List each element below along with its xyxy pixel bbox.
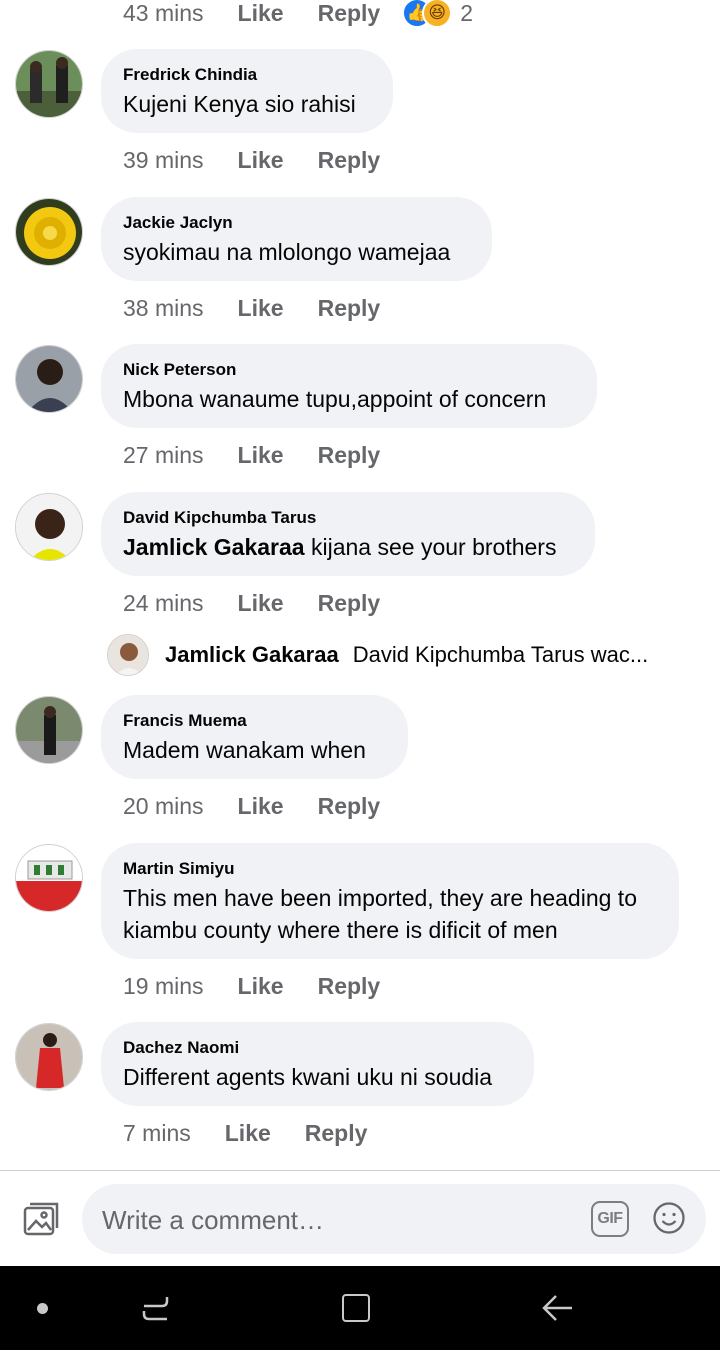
comment-text-line-1: This men have been imported, they are he… bbox=[123, 885, 637, 911]
reply-button[interactable]: Reply bbox=[318, 793, 381, 820]
comment-meta: 27 mins Like Reply bbox=[123, 440, 380, 470]
like-button[interactable]: Like bbox=[238, 973, 284, 1000]
gif-button[interactable]: GIF bbox=[591, 1201, 629, 1237]
comment-time: 7 mins bbox=[123, 1119, 191, 1146]
comment-meta: 7 mins Like Reply bbox=[123, 1118, 367, 1148]
comment-author[interactable]: Martin Simiyu bbox=[123, 858, 657, 880]
avatar[interactable] bbox=[15, 844, 83, 912]
comment-text: syokimau na mlolongo wamejaa bbox=[123, 239, 451, 265]
nav-dot-icon[interactable] bbox=[37, 1303, 48, 1314]
like-button[interactable]: Like bbox=[238, 590, 284, 617]
reaction-count: 2 bbox=[460, 0, 474, 26]
comment-bubble[interactable]: Francis Muema Madem wanakam when bbox=[101, 695, 408, 779]
like-button[interactable]: Like bbox=[238, 295, 284, 322]
like-button[interactable]: Like bbox=[225, 1120, 271, 1147]
comment-author[interactable]: Dachez Naomi bbox=[123, 1037, 512, 1059]
comment-bubble[interactable]: Fredrick Chindia Kujeni Kenya sio rahisi bbox=[101, 49, 393, 133]
comment-text: Mbona wanaume tupu,appoint of concern bbox=[123, 386, 547, 412]
emoji-icon[interactable] bbox=[652, 1201, 686, 1235]
comment-bubble[interactable]: Martin Simiyu This men have been importe… bbox=[101, 843, 679, 959]
recent-apps-icon[interactable] bbox=[140, 1292, 172, 1324]
comment-meta-top: 43 mins Like Reply 👍 😆 2 bbox=[123, 0, 473, 28]
comment-bubble[interactable]: Dachez Naomi Different agents kwani uku … bbox=[101, 1022, 534, 1106]
comment-text: Different agents kwani uku ni soudia bbox=[123, 1064, 493, 1090]
comment-time: 19 mins bbox=[123, 972, 204, 999]
comment-text-rest: kijana see your brothers bbox=[304, 534, 557, 560]
avatar[interactable] bbox=[15, 198, 83, 266]
reply-avatar[interactable] bbox=[107, 634, 149, 676]
reply-preview[interactable]: Jamlick Gakaraa David Kipchumba Tarus wa… bbox=[107, 633, 707, 677]
comment-time: 27 mins bbox=[123, 441, 204, 468]
reply-button[interactable]: Reply bbox=[305, 1120, 368, 1147]
comment-author[interactable]: Fredrick Chindia bbox=[123, 64, 371, 86]
avatar[interactable] bbox=[15, 493, 83, 561]
comment-input-container[interactable]: GIF bbox=[82, 1184, 706, 1256]
like-button[interactable]: Like bbox=[238, 0, 284, 27]
reply-button[interactable]: Reply bbox=[318, 147, 381, 174]
comment-meta: 39 mins Like Reply bbox=[123, 145, 380, 175]
comment-text: Madem wanakam when bbox=[123, 737, 366, 763]
avatar[interactable] bbox=[15, 345, 83, 413]
comment-input[interactable] bbox=[100, 1184, 574, 1256]
comment-time: 39 mins bbox=[123, 146, 204, 173]
haha-reaction-icon: 😆 bbox=[422, 0, 453, 28]
system-navigation-bar bbox=[0, 1266, 720, 1350]
comment-time: 20 mins bbox=[123, 792, 204, 819]
like-button[interactable]: Like bbox=[238, 793, 284, 820]
comment-author[interactable]: David Kipchumba Tarus bbox=[123, 507, 573, 529]
reply-button[interactable]: Reply bbox=[318, 442, 381, 469]
back-arrow-icon[interactable] bbox=[540, 1292, 576, 1324]
comment-bubble[interactable]: Nick Peterson Mbona wanaume tupu,appoint… bbox=[101, 344, 597, 428]
reactions-summary[interactable]: 👍 😆 2 bbox=[402, 0, 473, 28]
comment-bubble[interactable]: Jackie Jaclyn syokimau na mlolongo wamej… bbox=[101, 197, 492, 281]
comment-author[interactable]: Nick Peterson bbox=[123, 359, 575, 381]
comment-author[interactable]: Francis Muema bbox=[123, 710, 386, 732]
reply-text: David Kipchumba Tarus wac... bbox=[352, 642, 649, 667]
mention-link[interactable]: Jamlick Gakaraa bbox=[123, 534, 305, 560]
reply-button[interactable]: Reply bbox=[318, 973, 381, 1000]
comment-text: Kujeni Kenya sio rahisi bbox=[123, 91, 356, 117]
avatar[interactable] bbox=[15, 1023, 83, 1091]
like-button[interactable]: Like bbox=[238, 147, 284, 174]
comment-text-line-2: kiambu county where there is dificit of … bbox=[123, 917, 558, 943]
comments-feed[interactable]: 43 mins Like Reply 👍 😆 2 Fredrick Chindi… bbox=[0, 0, 720, 1170]
comment-text: Jamlick Gakaraa kijana see your brothers bbox=[123, 531, 573, 563]
reply-button[interactable]: Reply bbox=[318, 295, 381, 322]
comment-meta: 24 mins Like Reply bbox=[123, 588, 380, 618]
home-icon[interactable] bbox=[342, 1294, 370, 1322]
comment-meta: 20 mins Like Reply bbox=[123, 791, 380, 821]
comment-time: 38 mins bbox=[123, 294, 204, 321]
comment-bubble[interactable]: David Kipchumba Tarus Jamlick Gakaraa ki… bbox=[101, 492, 595, 576]
avatar[interactable] bbox=[15, 50, 83, 118]
photo-icon[interactable] bbox=[22, 1202, 60, 1238]
comment-composer: GIF bbox=[0, 1170, 720, 1267]
reply-button[interactable]: Reply bbox=[318, 590, 381, 617]
avatar[interactable] bbox=[15, 696, 83, 764]
comment-author[interactable]: Jackie Jaclyn bbox=[123, 212, 470, 234]
comment-meta: 19 mins Like Reply bbox=[123, 971, 380, 1001]
comment-meta: 38 mins Like Reply bbox=[123, 293, 380, 323]
comment-time: 43 mins bbox=[123, 0, 204, 26]
like-button[interactable]: Like bbox=[238, 442, 284, 469]
reply-author[interactable]: Jamlick Gakaraa bbox=[165, 642, 339, 668]
comment-time: 24 mins bbox=[123, 589, 204, 616]
reply-button[interactable]: Reply bbox=[318, 0, 381, 27]
